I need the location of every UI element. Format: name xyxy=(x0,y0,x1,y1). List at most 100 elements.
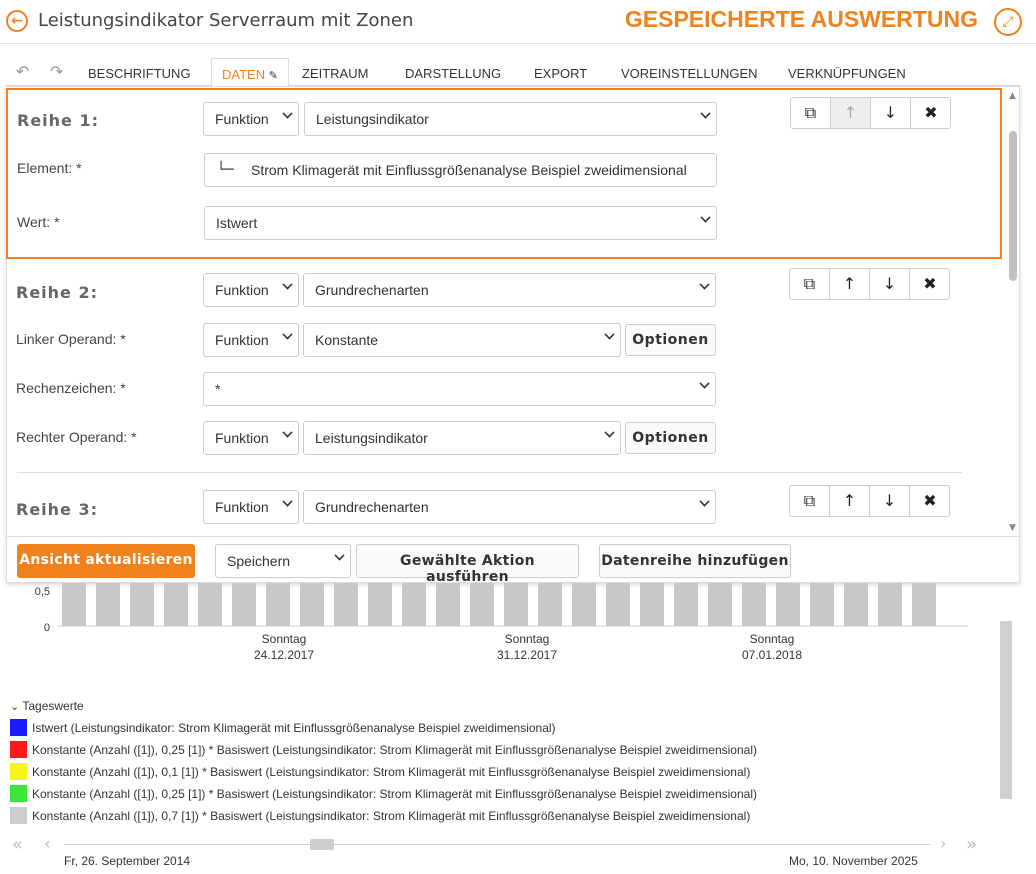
move-up-icon[interactable]: ↑ xyxy=(830,269,870,299)
chart-bar xyxy=(708,583,732,626)
delete-icon[interactable]: ✖ xyxy=(911,98,951,128)
execute-action-button[interactable]: Gewählte Aktion ausführen xyxy=(356,544,579,585)
y-tick-label: 0,5 xyxy=(35,586,50,598)
row-1-type-select[interactable]: Funktion xyxy=(203,102,299,136)
tab-daten-label: DATEN xyxy=(222,67,266,82)
left-operand-options-button[interactable]: Optionen xyxy=(625,324,716,356)
left-operand-select[interactable]: Konstante xyxy=(303,323,621,357)
refresh-view-button[interactable]: Ansicht aktualisieren xyxy=(17,544,195,578)
chevron-down-icon xyxy=(282,496,293,507)
move-up-icon[interactable]: ↑ xyxy=(831,98,871,128)
chart-scrollbar[interactable] xyxy=(1000,621,1012,799)
right-operand-type-select[interactable]: Funktion xyxy=(203,421,299,455)
row-2-label: Reihe 2: xyxy=(16,283,98,302)
chart-bar xyxy=(742,583,766,626)
row-3-function-value: Grundrechenarten xyxy=(315,499,429,515)
chart-bar xyxy=(368,583,392,626)
timeline-end-date: Mo, 10. November 2025 xyxy=(789,854,918,868)
timeline-navigator: « ‹ › » Fr, 26. September 2014 Mo, 10. N… xyxy=(0,830,1036,874)
wert-label: Wert: * xyxy=(17,214,60,230)
scroll-up-icon[interactable]: ▲ xyxy=(1009,91,1016,101)
data-series-panel: Reihe 1: Funktion Leistungsindikator ⧉ ↑… xyxy=(6,86,1020,585)
tab-verknuepfungen[interactable]: VERKNÜPFUNGEN xyxy=(788,66,906,81)
left-operand-type-select[interactable]: Funktion xyxy=(203,323,299,357)
copy-icon[interactable]: ⧉ xyxy=(791,98,831,128)
row-divider xyxy=(17,472,962,473)
tab-export[interactable]: EXPORT xyxy=(534,66,587,81)
action-select[interactable]: Speichern xyxy=(215,544,351,578)
panel-scrollbar[interactable] xyxy=(1009,131,1017,281)
delete-icon[interactable]: ✖ xyxy=(910,269,950,299)
move-up-icon[interactable]: ↑ xyxy=(830,486,870,516)
left-operand-value: Konstante xyxy=(315,332,379,348)
x-tick-date: 24.12.2017 xyxy=(254,648,314,662)
chart: 0,5 0 Sonntag 24.12.2017 Sonntag 31.12.2… xyxy=(35,583,968,662)
tab-darstellung[interactable]: DARSTELLUNG xyxy=(405,66,501,81)
wert-select[interactable]: Istwert xyxy=(204,206,717,240)
chart-bar xyxy=(640,583,664,626)
expand-icon[interactable]: ⤢ xyxy=(994,8,1022,36)
chevron-down-icon xyxy=(699,496,710,507)
operator-select[interactable]: * xyxy=(203,372,716,406)
chart-bar xyxy=(878,583,902,626)
legend-item-label: Konstante (Anzahl ([1]), 0,25 [1]) * Bas… xyxy=(32,787,757,801)
y-tick-label: 0 xyxy=(44,622,50,634)
right-operand-options-button[interactable]: Optionen xyxy=(625,422,716,454)
move-down-icon[interactable]: ↓ xyxy=(870,269,910,299)
left-operand-type-value: Funktion xyxy=(215,332,269,348)
chart-bar xyxy=(96,583,120,626)
chart-bar xyxy=(334,583,358,626)
tab-voreinstellungen[interactable]: VOREINSTELLUNGEN xyxy=(621,66,758,81)
back-arrow-icon[interactable]: ← xyxy=(6,10,28,32)
page-title: Leistungsindikator Serverraum mit Zonen xyxy=(38,10,414,31)
legend-title[interactable]: ⌄ Tageswerte xyxy=(10,699,84,713)
scroll-down-icon[interactable]: ▼ xyxy=(1009,523,1016,533)
x-tick-day: Sonntag xyxy=(750,632,795,646)
tab-zeitraum[interactable]: ZEITRAUM xyxy=(302,66,368,81)
undo-icon[interactable]: ↶ xyxy=(16,62,29,81)
add-series-button[interactable]: Datenreihe hinzufügen xyxy=(599,544,791,578)
chart-bar xyxy=(436,583,460,626)
legend-swatch xyxy=(10,763,27,780)
chevron-down-icon xyxy=(700,108,711,119)
row-3-actions: ⧉ ↑ ↓ ✖ xyxy=(789,485,950,517)
delete-icon[interactable]: ✖ xyxy=(910,486,950,516)
series-row-2: Reihe 2: Funktion Grundrechenarten ⧉ ↑ ↓… xyxy=(7,261,1003,471)
chart-bar xyxy=(266,583,290,626)
chart-bar xyxy=(62,583,86,626)
row-3-function-select[interactable]: Grundrechenarten xyxy=(303,490,716,524)
chevron-right-icon[interactable]: › xyxy=(940,834,946,853)
right-operand-type-value: Funktion xyxy=(215,430,269,446)
move-down-icon[interactable]: ↓ xyxy=(870,486,910,516)
chart-bar xyxy=(538,583,562,626)
row-3-type-select[interactable]: Funktion xyxy=(203,490,299,524)
row-3-type-value: Funktion xyxy=(215,499,269,515)
timeline-handle[interactable] xyxy=(310,839,334,850)
row-1-function-select[interactable]: Leistungsindikator xyxy=(304,102,717,136)
timeline-start-date: Fr, 26. September 2014 xyxy=(64,854,191,868)
chevron-left-icon[interactable]: ‹ xyxy=(44,834,50,853)
row-2-function-select[interactable]: Grundrechenarten xyxy=(303,273,716,307)
element-value: Strom Klimagerät mit Einflussgrößenanaly… xyxy=(251,162,687,178)
copy-icon[interactable]: ⧉ xyxy=(790,486,830,516)
double-chevron-right-icon[interactable]: » xyxy=(966,834,977,855)
tab-beschriftung[interactable]: BESCHRIFTUNG xyxy=(88,66,191,81)
double-chevron-left-icon[interactable]: « xyxy=(12,834,23,855)
chart-bar xyxy=(164,583,188,626)
right-operand-select[interactable]: Leistungsindikator xyxy=(303,421,621,455)
tab-daten[interactable]: DATEN ✎ xyxy=(211,58,289,87)
x-tick-date: 07.01.2018 xyxy=(742,648,802,662)
element-field[interactable]: └─ Strom Klimagerät mit Einflussgrößenan… xyxy=(204,153,717,187)
redo-icon[interactable]: ↷ xyxy=(50,62,63,81)
chevron-down-icon xyxy=(282,427,293,438)
move-down-icon[interactable]: ↓ xyxy=(871,98,911,128)
copy-icon[interactable]: ⧉ xyxy=(790,269,830,299)
row-3-label: Reihe 3: xyxy=(16,500,98,519)
panel-footer: Ansicht aktualisieren Speichern Gewählte… xyxy=(7,536,1019,585)
operator-label: Rechenzeichen: * xyxy=(16,380,126,396)
row-2-type-select[interactable]: Funktion xyxy=(203,273,299,307)
element-label: Element: * xyxy=(17,160,82,176)
chevron-down-icon xyxy=(282,329,293,340)
timeline-track[interactable] xyxy=(64,844,930,845)
chart-bars xyxy=(62,583,936,626)
